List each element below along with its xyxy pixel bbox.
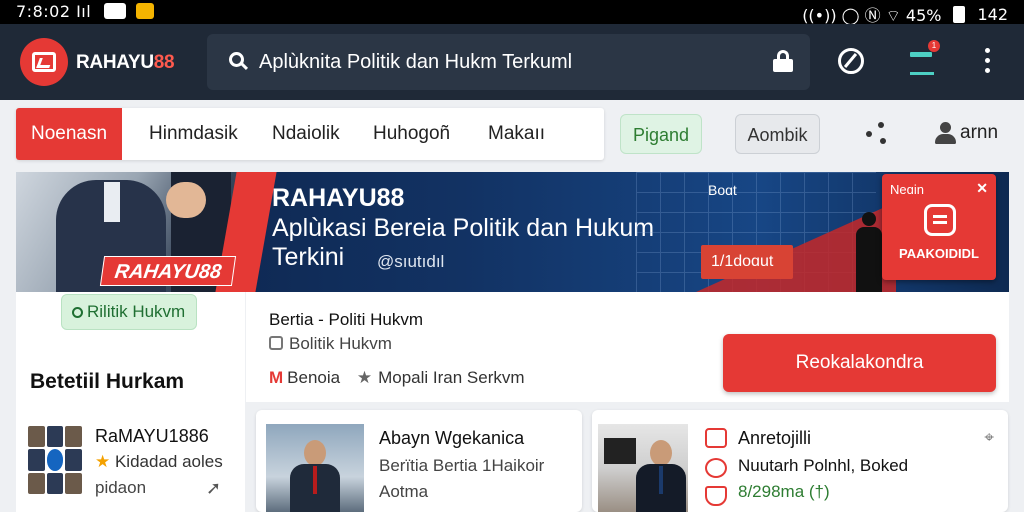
app-header: RAHAYU88 1 xyxy=(0,24,1024,100)
category-chip[interactable]: Rilitik Hukvm xyxy=(61,294,197,330)
hero-silhouette xyxy=(854,212,884,292)
left-sidebar: Rilitik Hukvm Betetiil Hurkam RaMAYU1886… xyxy=(16,292,245,512)
card-subtitle: Nuutarh Polnhl, Boked xyxy=(738,456,909,475)
search-bar[interactable] xyxy=(207,34,810,90)
news-card[interactable]: Abayn Wgekanica Berïtia Bertia 1Haikoir … xyxy=(256,410,582,512)
explore-compass-button[interactable] xyxy=(836,46,866,76)
inbox-button[interactable]: 1 xyxy=(908,40,940,76)
card-title: Abayn Wgekanica xyxy=(379,428,525,448)
tab-4[interactable]: Makaıı xyxy=(488,108,545,160)
card-subtitle: Berïtia Bertia 1Haikoir xyxy=(379,456,545,475)
search-icon xyxy=(229,52,244,67)
logo-icon xyxy=(32,52,56,72)
tab-1[interactable]: Hinmdasik xyxy=(149,108,238,160)
promo-card-label: PAAKOIDIDL xyxy=(899,246,979,261)
news-photo xyxy=(598,424,688,512)
status-time: 7:8:02 Iıl xyxy=(16,2,92,21)
hero-banner[interactable]: RAHAYU88 RAHAYU88 Aplùkasi Bereia Politi… xyxy=(16,172,1009,292)
category-icon xyxy=(705,428,727,448)
search-input[interactable] xyxy=(259,48,759,76)
heart-icon xyxy=(705,486,727,506)
list-item-meta: pidaon xyxy=(95,478,147,497)
info-subtitle: Bolitik Hukvm xyxy=(269,334,392,354)
brand-name: RAHAYU88 xyxy=(76,52,175,73)
primary-cta-button[interactable]: Reokalakondra xyxy=(723,334,996,392)
category-nav: Noenasn Hinmdasik Ndaiolik Huhogoñ Makaı… xyxy=(16,108,604,160)
gray-filter-pill[interactable]: Aombik xyxy=(735,114,820,154)
card-meta: Aotma xyxy=(379,482,429,501)
hero-brand: RAHAYU88 xyxy=(272,184,405,212)
status-indicators: ((•)) ◯ Ⓝ ⌔ 45% xyxy=(802,6,942,25)
user-icon[interactable] xyxy=(934,122,956,144)
hero-handle: @sıutıdıl xyxy=(377,252,445,271)
list-item-name[interactable]: RaMAYU1886 xyxy=(95,426,209,447)
circle-icon xyxy=(72,307,83,318)
battery-icon xyxy=(953,5,966,23)
user-label[interactable]: arnn xyxy=(960,122,998,144)
info-title: Bertia - Politi Hukvm xyxy=(269,310,423,329)
pin-icon[interactable]: ⌖ xyxy=(984,428,994,448)
app-logo[interactable] xyxy=(20,38,68,86)
tab-2[interactable]: Ndaiolik xyxy=(272,108,340,160)
news-card[interactable]: Anretojilli Nuutarh Polnhl, Boked 8/298m… xyxy=(592,410,1008,512)
status-right: ((•)) ◯ Ⓝ ⌔ 45% 142 xyxy=(802,2,1008,26)
promo-card-title: Neɑin xyxy=(890,182,924,197)
lock-icon[interactable] xyxy=(773,50,793,72)
green-filter-pill[interactable]: Pigand xyxy=(620,114,702,154)
inbox-badge: 1 xyxy=(928,40,940,52)
arrow-icon[interactable]: ➚ xyxy=(206,478,221,499)
tab-3[interactable]: Huhogoñ xyxy=(373,108,450,160)
status-bar: 7:8:02 Iıl ((•)) ◯ Ⓝ ⌔ 45% 142 xyxy=(0,0,1024,26)
news-photo xyxy=(266,424,364,512)
section-heading: Betetiil Hurkam xyxy=(30,370,185,393)
notification-icon xyxy=(104,3,126,19)
share-icon[interactable] xyxy=(864,122,890,146)
hero-promo-card[interactable]: Neɑin ✕ PAAKOIDIDL xyxy=(882,174,996,280)
m-badge-icon: M xyxy=(269,368,284,387)
location-icon xyxy=(705,458,727,478)
hero-stat-box: 1/1doɑut xyxy=(701,245,793,279)
card-meta: 8/298ma (†) xyxy=(738,482,830,501)
hero-stat-label: Boɑt xyxy=(708,182,737,198)
document-icon xyxy=(924,204,956,236)
more-menu-button[interactable] xyxy=(980,46,994,76)
inbox-icon xyxy=(910,52,932,57)
close-icon[interactable]: ✕ xyxy=(976,180,988,197)
network-icon xyxy=(269,336,283,350)
info-tags: M Benoia ★ Mopali Iran Serkvm xyxy=(269,368,525,387)
status-clock: 142 xyxy=(977,4,1008,24)
status-notification-icons xyxy=(104,3,154,19)
app-notification-icon xyxy=(136,3,154,19)
tab-0[interactable]: Noenasn xyxy=(16,108,122,160)
star-icon: ★ xyxy=(356,368,373,387)
hero-logo-tag: RAHAYU88 xyxy=(99,256,237,286)
list-item-sub: ★ Kidadad aoles xyxy=(95,452,223,471)
star-icon: ★ xyxy=(95,452,115,471)
article-info: Bertia - Politi Hukvm Bolitik Hukvm M Ben… xyxy=(246,292,1009,402)
app-thumbnail[interactable] xyxy=(28,426,82,494)
card-title: Anretojilli xyxy=(738,428,812,448)
